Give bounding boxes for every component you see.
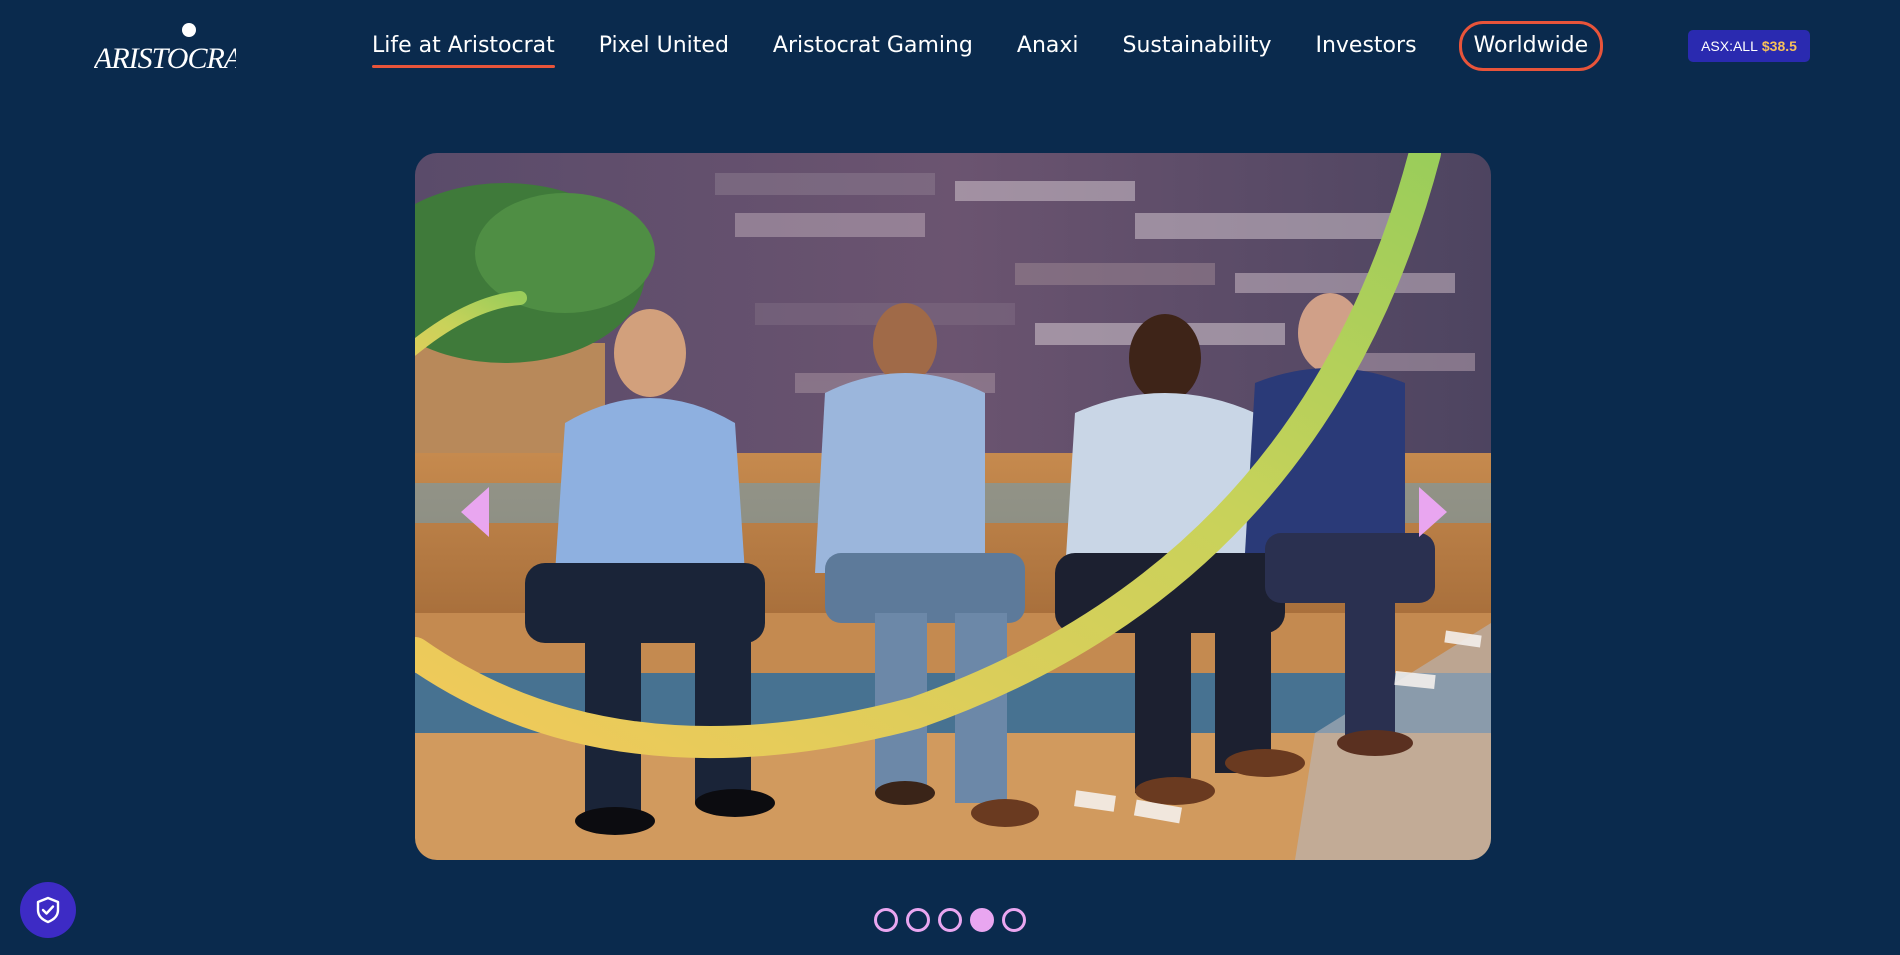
slide-image <box>415 153 1491 860</box>
shield-check-icon <box>36 896 60 924</box>
carousel-dot-5[interactable] <box>1002 908 1026 932</box>
carousel-dot-3[interactable] <box>938 908 962 932</box>
nav-item-anaxi[interactable]: Anaxi <box>1017 20 1079 72</box>
triangle-right-icon <box>1419 487 1447 537</box>
carousel-dot-1[interactable] <box>874 908 898 932</box>
privacy-settings-button[interactable] <box>20 882 76 938</box>
nav-item-investors[interactable]: Investors <box>1315 20 1416 72</box>
carousel-dot-2[interactable] <box>906 908 930 932</box>
aristocrat-logo[interactable]: ARISTOCRAT <box>94 22 236 72</box>
carousel-pagination <box>874 908 1026 934</box>
hero-carousel <box>415 153 1491 860</box>
stock-ticker[interactable]: ASX:ALL $38.5 <box>1688 30 1810 62</box>
nav-item-worldwide[interactable]: Worldwide <box>1458 21 1604 71</box>
main-nav: Life at Aristocrat Pixel United Aristocr… <box>372 20 1604 72</box>
ticker-symbol: ASX:ALL <box>1701 38 1758 54</box>
aristocrat-logo-icon: ARISTOCRAT <box>94 23 236 72</box>
nav-item-life-at-aristocrat[interactable]: Life at Aristocrat <box>372 20 555 72</box>
triangle-left-icon <box>461 487 489 537</box>
nav-item-sustainability[interactable]: Sustainability <box>1123 20 1272 72</box>
ticker-price: $38.5 <box>1761 38 1797 54</box>
carousel-next-button[interactable] <box>1411 483 1451 541</box>
svg-text:ARISTOCRAT: ARISTOCRAT <box>94 42 236 72</box>
carousel-prev-button[interactable] <box>457 483 497 541</box>
carousel-dot-4[interactable] <box>970 908 994 932</box>
nav-item-pixel-united[interactable]: Pixel United <box>599 20 729 72</box>
site-header: ARISTOCRAT Life at Aristocrat Pixel Unit… <box>0 0 1900 100</box>
nav-item-aristocrat-gaming[interactable]: Aristocrat Gaming <box>773 20 973 72</box>
